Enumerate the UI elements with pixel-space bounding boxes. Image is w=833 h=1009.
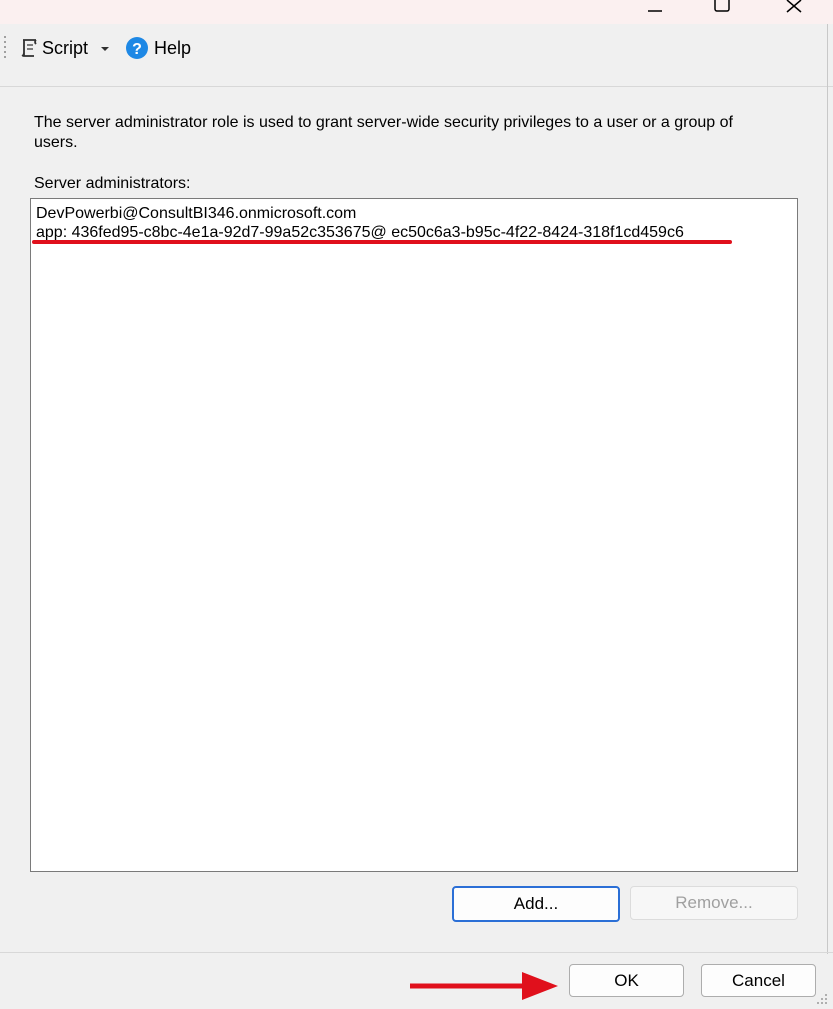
close-icon bbox=[786, 0, 802, 13]
minimize-icon bbox=[648, 10, 662, 12]
close-button[interactable] bbox=[774, 0, 814, 24]
script-label: Script bbox=[42, 37, 89, 58]
description-text: The server administrator role is used to… bbox=[34, 114, 733, 151]
footer-divider bbox=[0, 952, 833, 953]
script-icon bbox=[21, 39, 37, 57]
annotation-underline bbox=[32, 240, 732, 244]
title-bar bbox=[0, 0, 833, 24]
remove-button[interactable]: Remove... bbox=[630, 886, 798, 920]
toolbar-divider bbox=[0, 86, 833, 87]
minimize-button[interactable] bbox=[635, 0, 675, 24]
maximize-icon bbox=[714, 0, 730, 12]
server-administrators-list[interactable]: DevPowerbi@ConsultBI346.onmicrosoft.com … bbox=[30, 198, 798, 872]
help-label: Help bbox=[154, 37, 192, 58]
list-item[interactable]: DevPowerbi@ConsultBI346.onmicrosoft.com bbox=[36, 204, 356, 224]
script-button[interactable]: Script bbox=[18, 34, 114, 62]
cancel-button[interactable]: Cancel bbox=[701, 964, 816, 997]
ok-button[interactable]: OK bbox=[569, 964, 684, 997]
svg-text:?: ? bbox=[132, 41, 142, 58]
toolbar-grip[interactable] bbox=[4, 36, 7, 58]
add-button[interactable]: Add... bbox=[452, 886, 620, 922]
toolbar: Script ? Help bbox=[0, 24, 833, 72]
panel-border bbox=[827, 24, 828, 954]
help-button[interactable]: ? Help bbox=[124, 34, 191, 62]
server-administrators-label: Server administrators: bbox=[34, 175, 191, 192]
maximize-button[interactable] bbox=[702, 0, 742, 24]
help-icon: ? bbox=[126, 37, 148, 59]
chevron-down-icon[interactable] bbox=[94, 36, 114, 60]
resize-grip-icon[interactable] bbox=[815, 992, 829, 1006]
annotation-arrow-icon bbox=[410, 972, 558, 1000]
